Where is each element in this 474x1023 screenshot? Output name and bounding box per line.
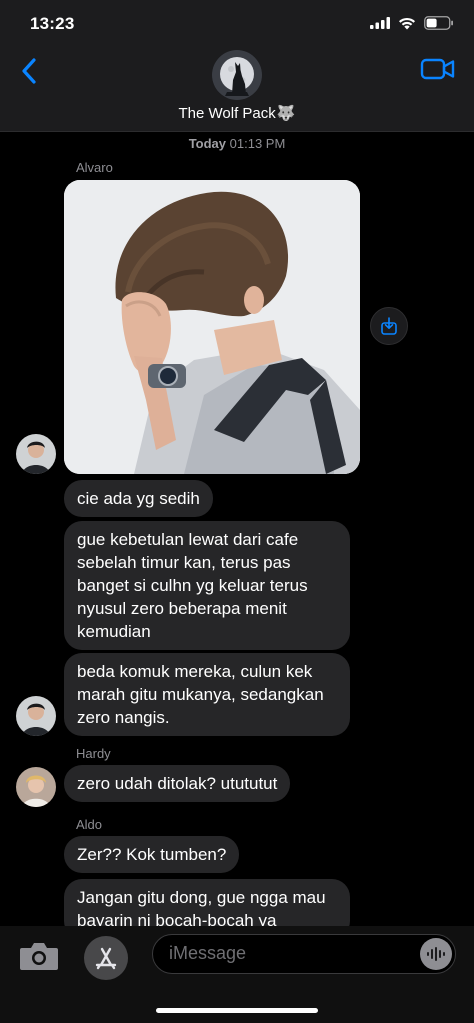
audio-waveform-icon bbox=[427, 947, 445, 961]
appstore-icon bbox=[95, 947, 117, 970]
status-time: 13:23 bbox=[30, 14, 75, 33]
avatar-image bbox=[16, 696, 56, 736]
message-input[interactable] bbox=[169, 935, 399, 972]
back-chevron-icon bbox=[22, 58, 36, 84]
message-bubble[interactable]: zero udah ditolak? utututut bbox=[64, 765, 291, 802]
wolf-emoji: 🐺 bbox=[276, 105, 296, 122]
wifi-icon bbox=[399, 17, 415, 29]
avatar-image bbox=[16, 767, 56, 807]
status-icons bbox=[370, 16, 454, 30]
avatar-hardy[interactable] bbox=[16, 767, 56, 807]
message-bubble[interactable]: cie ada yg sedih bbox=[64, 480, 213, 517]
group-name[interactable]: The Wolf Pack🐺 bbox=[0, 104, 474, 122]
video-call-button[interactable] bbox=[420, 56, 456, 82]
camera-button[interactable] bbox=[18, 940, 60, 972]
camera-icon bbox=[20, 943, 58, 970]
message-text: beda komuk mereka, culun kek marah gitu … bbox=[77, 662, 324, 727]
battery-icon bbox=[424, 16, 453, 30]
message-bubble[interactable]: gue kebetulan lewat dari cafe sebelah ti… bbox=[64, 521, 350, 650]
back-button[interactable] bbox=[14, 54, 44, 88]
avatar-alvaro[interactable] bbox=[16, 434, 56, 474]
message-text: gue kebetulan lewat dari cafe sebelah ti… bbox=[77, 530, 308, 641]
audio-message-button[interactable] bbox=[420, 938, 452, 970]
video-call-icon bbox=[420, 58, 455, 80]
message-text: Zer?? Kok tumben? bbox=[77, 845, 227, 864]
message-input-field[interactable] bbox=[152, 934, 456, 974]
message-text: Jangan gitu dong, gue ngga mau bayarin n… bbox=[77, 888, 326, 930]
message-text: zero udah ditolak? utututut bbox=[77, 774, 278, 793]
sender-name-aldo: Aldo bbox=[76, 817, 103, 832]
status-bar: 13:23 bbox=[0, 0, 474, 48]
home-indicator[interactable] bbox=[156, 1008, 318, 1013]
avatar-alvaro[interactable] bbox=[16, 696, 56, 736]
timestamp-day: Today bbox=[188, 136, 227, 151]
message-bubble[interactable]: Zer?? Kok tumben? bbox=[64, 836, 240, 873]
message-bubble[interactable]: beda komuk mereka, culun kek marah gitu … bbox=[64, 653, 350, 736]
appstore-button[interactable] bbox=[84, 936, 128, 980]
share-icon bbox=[381, 317, 397, 335]
shared-photo[interactable] bbox=[64, 180, 360, 474]
wolf-moon-icon bbox=[212, 50, 262, 100]
photo-image bbox=[64, 180, 360, 474]
message-timestamp: Today 01:13 PM bbox=[0, 136, 474, 151]
sender-name-hardy: Hardy bbox=[76, 746, 111, 761]
share-button[interactable] bbox=[370, 307, 408, 345]
compose-bar bbox=[0, 926, 474, 1023]
sender-name-alvaro: Alvaro bbox=[76, 160, 113, 175]
signal-icon bbox=[370, 17, 390, 29]
avatar-image bbox=[16, 434, 56, 474]
conversation-header: The Wolf Pack🐺 bbox=[0, 48, 474, 132]
group-avatar[interactable] bbox=[212, 50, 262, 100]
timestamp-time: 01:13 PM bbox=[229, 136, 286, 151]
message-text: cie ada yg sedih bbox=[77, 489, 200, 508]
group-name-text: The Wolf Pack bbox=[178, 105, 276, 122]
